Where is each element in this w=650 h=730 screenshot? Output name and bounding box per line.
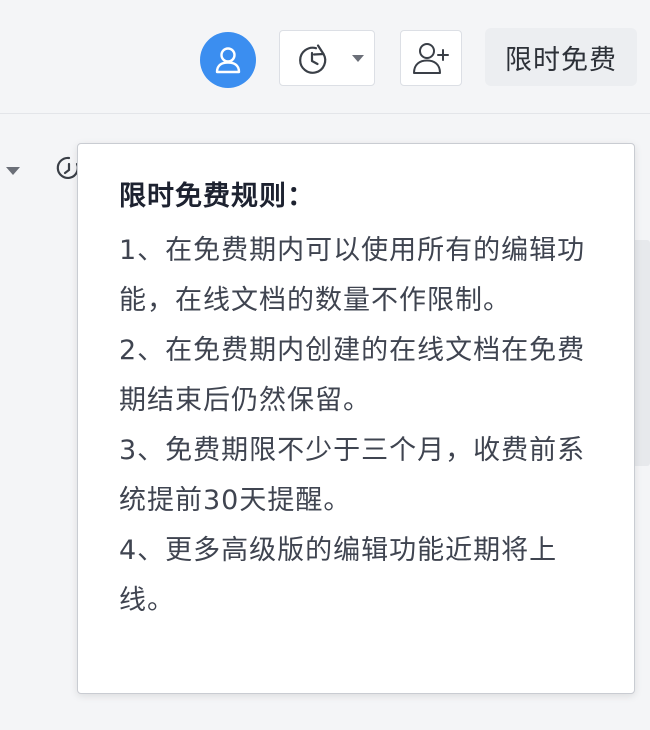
free-rules-popover: 限时免费规则： 1、在免费期内可以使用所有的编辑功能，在线文档的数量不作限制。 … xyxy=(77,143,635,694)
add-user-icon xyxy=(413,43,449,74)
top-toolbar: 限时免费 xyxy=(0,0,650,114)
rule-item: 1、在免费期内可以使用所有的编辑功能，在线文档的数量不作限制。 xyxy=(119,235,586,316)
sidebar-caret-down-icon[interactable] xyxy=(6,167,20,176)
history-dropdown-button[interactable] xyxy=(279,30,375,86)
clock-history-icon xyxy=(299,44,327,74)
rule-item: 2、在免费期内创建的在线文档在免费期结束后仍然保留。 xyxy=(119,335,586,416)
caret-down-icon xyxy=(352,55,364,62)
free-trial-button[interactable]: 限时免费 xyxy=(485,28,637,86)
rule-item: 4、更多高级版的编辑功能近期将上线。 xyxy=(119,535,558,616)
user-icon xyxy=(215,47,241,74)
popover-title: 限时免费规则： xyxy=(119,181,315,212)
user-avatar[interactable] xyxy=(200,32,256,88)
rule-item: 3、免费期限不少于三个月，收费前系统提前30天提醒。 xyxy=(119,435,586,516)
add-member-button[interactable] xyxy=(400,30,462,86)
